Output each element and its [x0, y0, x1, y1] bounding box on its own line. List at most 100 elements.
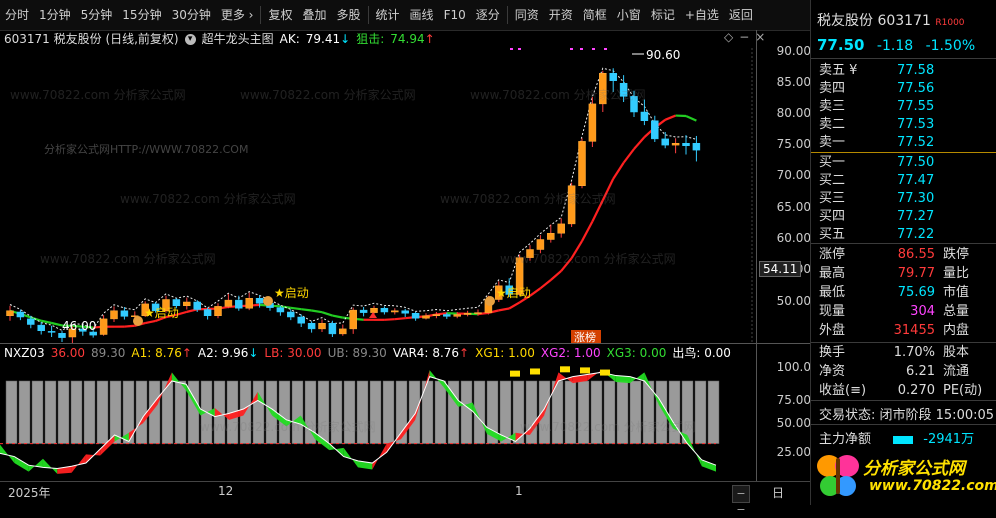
- oscillator-bar: [58, 381, 69, 444]
- price-change-pct: -1.50%: [926, 38, 976, 54]
- stat-label: 换手: [819, 344, 845, 362]
- signal-dot: [518, 48, 521, 50]
- ak-label: AK:: [280, 30, 300, 48]
- candle-body: [433, 315, 440, 316]
- toolbar-button[interactable]: 15分钟: [117, 0, 166, 30]
- watermark: www.70822.com 分析家公式网: [10, 86, 186, 103]
- stat-label: 外盘: [819, 322, 845, 340]
- quote-title: 税友股份 603171 R1000: [817, 10, 965, 30]
- candle-body: [48, 331, 55, 332]
- toolbar-button[interactable]: 叠加: [298, 0, 332, 30]
- ma-line-segment: [551, 271, 561, 280]
- minus-icon[interactable]: −: [739, 30, 749, 44]
- toolbar-button[interactable]: 分时: [0, 0, 34, 30]
- watermark: www.70822.com 分析家公式网: [40, 250, 216, 267]
- toolbar-button[interactable]: 返回: [724, 0, 758, 30]
- diamond-icon[interactable]: ◇: [724, 30, 733, 44]
- candle-body: [111, 311, 118, 319]
- toolbar-button[interactable]: 开资: [544, 0, 578, 30]
- stat-row: 现量304总量: [819, 303, 995, 321]
- candle-body: [27, 319, 34, 325]
- oscillator-tick-label: 25.00: [767, 445, 811, 459]
- bid-row[interactable]: 买四77.27: [819, 208, 995, 226]
- zoom-out-button[interactable]: −−: [732, 485, 750, 503]
- candle-body: [547, 233, 554, 239]
- ask-label: 卖四: [819, 80, 845, 98]
- candle-body: [610, 73, 617, 81]
- candle-body: [662, 139, 669, 145]
- candle-body: [7, 311, 14, 316]
- candle-body: [381, 308, 388, 312]
- ask-row[interactable]: 卖四77.56: [819, 80, 995, 98]
- indicator-name[interactable]: 超牛龙头主图: [202, 30, 274, 48]
- y-axis-tick-label: 70.00: [767, 168, 811, 182]
- stat-label: 涨停: [819, 246, 845, 264]
- ask-row[interactable]: 卖五 ¥77.58: [819, 62, 995, 80]
- signal-dot: [580, 48, 583, 50]
- bid-row[interactable]: 买三77.30: [819, 190, 995, 208]
- oscillator-bar: [71, 381, 82, 444]
- candle-body: [287, 312, 294, 317]
- toolbar-button[interactable]: F10: [439, 0, 471, 30]
- oscillator-name[interactable]: NXZ03: [4, 345, 45, 361]
- candle-body: [204, 310, 211, 316]
- ask-row[interactable]: 卖二77.53: [819, 116, 995, 134]
- toolbar-button[interactable]: 多股: [332, 0, 366, 30]
- toolbar-button[interactable]: 更多 ›: [216, 0, 259, 30]
- stat-label-right: 市值: [943, 284, 969, 302]
- signal-dot: [510, 48, 513, 50]
- oscillator-bar: [45, 381, 56, 444]
- high-annotation: 90.60: [646, 48, 680, 62]
- stat-label-right: PE(动): [943, 382, 982, 400]
- candle-body: [360, 310, 367, 313]
- candle-body: [225, 300, 232, 306]
- bid-row[interactable]: 买五77.22: [819, 226, 995, 244]
- toolbar-button[interactable]: +自选: [680, 0, 724, 30]
- oscillator-bar: [461, 381, 472, 444]
- signal-dot: [592, 48, 595, 50]
- lb-readout: LB: 30.00: [264, 345, 321, 361]
- toolbar-button[interactable]: 同资: [510, 0, 544, 30]
- ask-row[interactable]: 卖三77.55: [819, 98, 995, 116]
- bid-row[interactable]: 买二77.47: [819, 172, 995, 190]
- candle-body: [651, 121, 658, 139]
- toolbar-button[interactable]: 标记: [646, 0, 680, 30]
- stat-label-right: 跌停: [943, 246, 969, 264]
- bid-row[interactable]: 买一77.50: [819, 154, 995, 172]
- quote-tag: R1000: [935, 18, 964, 28]
- ma-line-segment: [291, 308, 301, 309]
- ma-line-segment: [686, 116, 696, 121]
- toolbar-button[interactable]: 简框: [578, 0, 612, 30]
- toolbar-button[interactable]: 小窗: [612, 0, 646, 30]
- a2-readout: A2: 9.96↓: [198, 345, 259, 361]
- toolbar-button[interactable]: 复权: [263, 0, 297, 30]
- y-axis-tick-label: 65.00: [767, 200, 811, 214]
- ask-row[interactable]: 卖一77.52: [819, 134, 995, 152]
- toolbar-button[interactable]: 30分钟: [167, 0, 216, 30]
- candle-body: [558, 224, 565, 233]
- toolbar-button[interactable]: 1分钟: [34, 0, 76, 30]
- stat-value: 86.55: [898, 246, 935, 264]
- toolbar-button[interactable]: 5分钟: [76, 0, 118, 30]
- candle-body: [100, 319, 107, 335]
- oscillator-band: [372, 444, 386, 470]
- last-price: 77.50: [817, 36, 864, 54]
- candle-body: [579, 141, 586, 185]
- stock-title: 603171 税友股份 (日线,前复权): [4, 30, 179, 48]
- price-change: -1.18: [877, 38, 913, 54]
- bid-price: 77.27: [897, 208, 934, 226]
- indicator-toggle-icon[interactable]: ▾: [185, 34, 196, 45]
- ask-label: 卖一: [819, 134, 845, 152]
- ma-line-segment: [312, 311, 322, 313]
- toolbar-button[interactable]: 统计: [371, 0, 405, 30]
- top-signal-block: [560, 366, 570, 372]
- main-flow-label: 主力净额: [819, 432, 871, 447]
- stat-value: 1.70%: [894, 344, 935, 362]
- y-axis-tick-label: 90.00: [767, 44, 811, 58]
- stat-label: 收益(≡): [819, 382, 866, 400]
- oscillator-bar: [435, 381, 446, 444]
- stat-label-right: 流通: [943, 363, 969, 381]
- toolbar-button[interactable]: 逐分: [471, 0, 505, 30]
- stat-row: 最高79.77量比: [819, 265, 995, 283]
- toolbar-button[interactable]: 画线: [405, 0, 439, 30]
